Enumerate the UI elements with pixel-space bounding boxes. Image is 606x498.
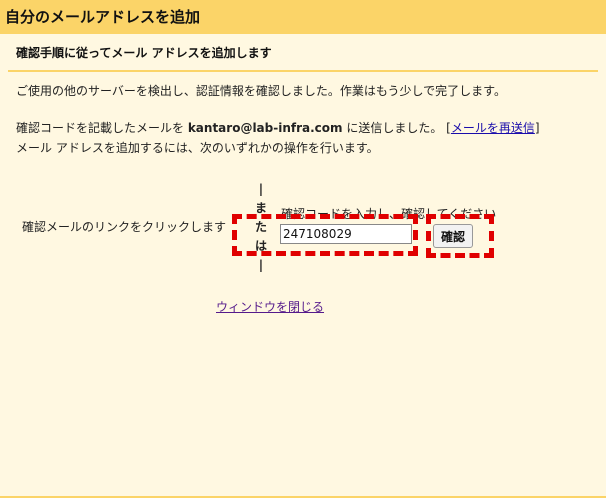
sent-message-close: ] xyxy=(534,121,540,135)
or-bar-bottom: | xyxy=(258,258,264,272)
instruction-message: メール アドレスを追加するには、次のいずれかの操作を行います。 xyxy=(16,141,379,155)
status-message: ご使用の他のサーバーを検出し、認証情報を確認しました。作業はもう少しで完了します… xyxy=(16,84,506,98)
or-divider: | ま た は | xyxy=(254,180,268,275)
confirm-button[interactable]: 確認 xyxy=(433,224,473,248)
or-char-1: ま xyxy=(254,201,267,215)
email-address: kantaro@lab-infra.com xyxy=(187,121,343,135)
or-char-2: た xyxy=(254,220,267,234)
close-window-link[interactable]: ウィンドウを閉じる xyxy=(216,298,324,315)
dialog-title: 自分のメールアドレスを追加 xyxy=(0,0,606,34)
enter-code-label: 確認コードを入力し、確認してください xyxy=(281,207,497,221)
verification-code-input[interactable] xyxy=(280,224,412,244)
or-bar-top: | xyxy=(258,182,264,196)
click-link-option: 確認メールのリンクをクリックします xyxy=(22,220,227,234)
or-char-3: は xyxy=(254,239,267,253)
sent-message-suffix: に送信しました。 [ xyxy=(342,121,451,135)
resend-email-link[interactable]: メールを再送信 xyxy=(451,121,535,135)
dialog-subtitle: 確認手順に従ってメール アドレスを追加します xyxy=(16,46,272,60)
sent-message-prefix: 確認コードを記載したメールを xyxy=(16,121,188,135)
divider xyxy=(8,70,598,72)
sent-message: 確認コードを記載したメールを kantaro@lab-infra.com に送信… xyxy=(16,119,540,136)
